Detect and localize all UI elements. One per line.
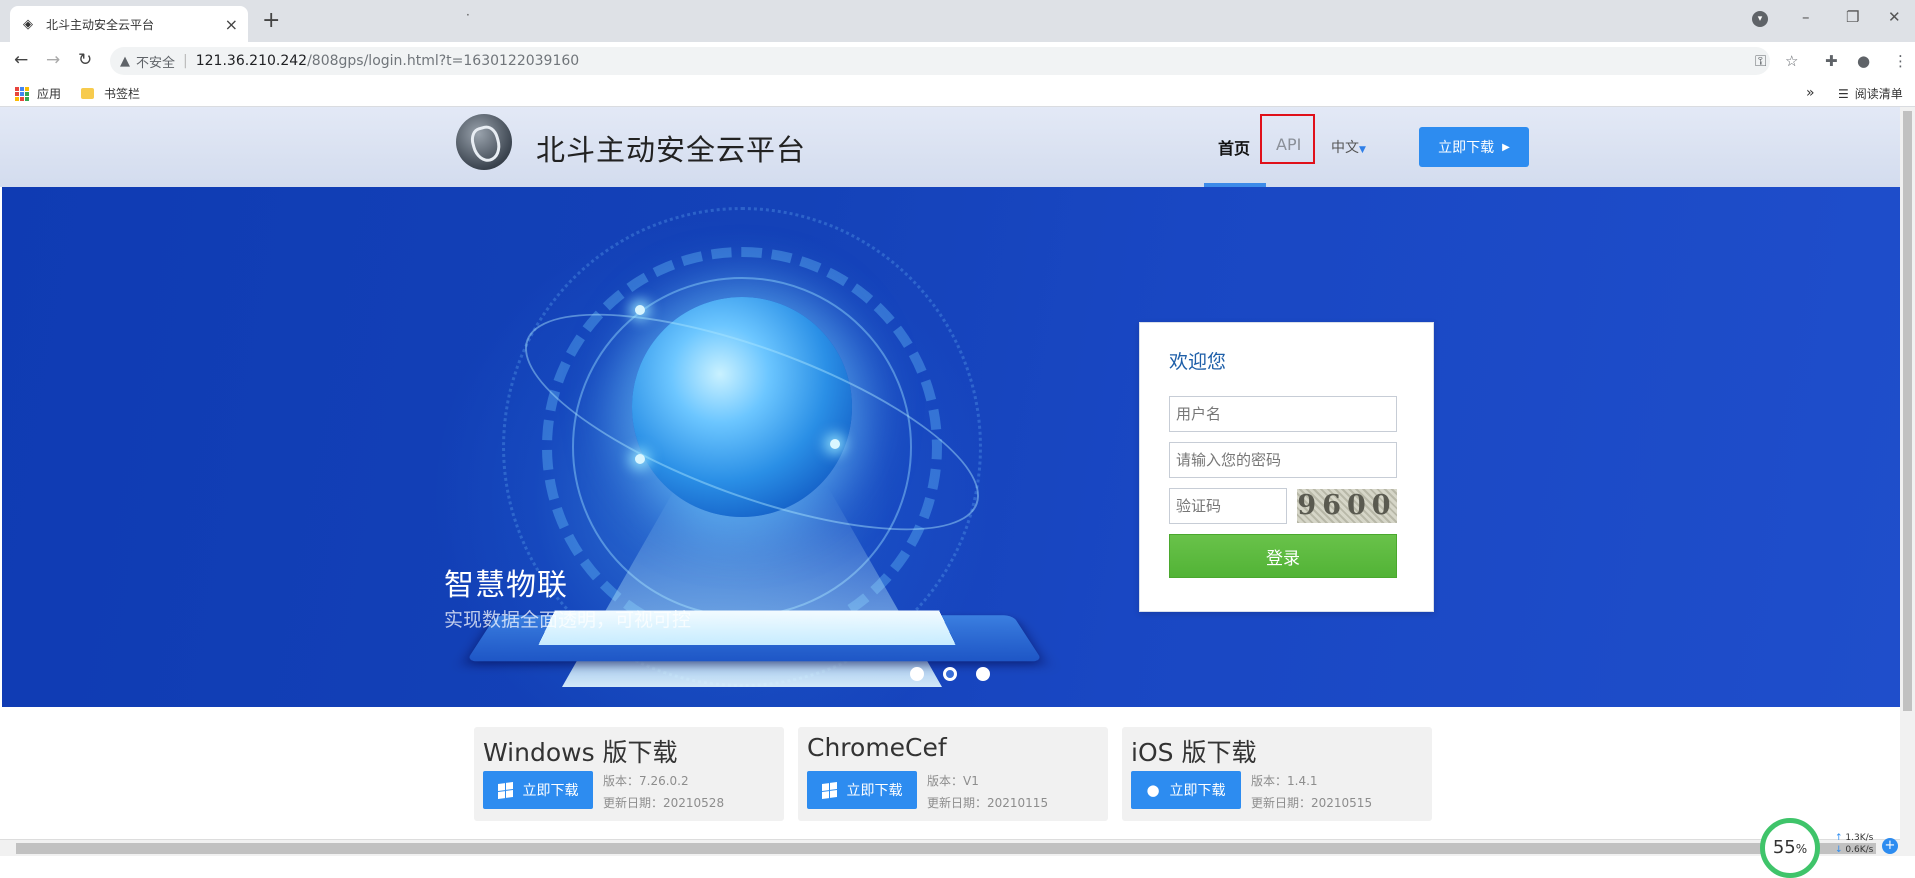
bookmarks-overflow-icon[interactable]: » xyxy=(1806,85,1815,101)
hero-spark xyxy=(830,439,840,449)
download-button-label: 立即下载 xyxy=(1169,783,1226,799)
apps-label: 应用 xyxy=(37,87,62,101)
warning-icon[interactable]: ▲ xyxy=(120,54,130,69)
cpu-percent: 55 xyxy=(1772,837,1796,858)
hero-title: 智慧物联 xyxy=(444,568,568,603)
vertical-scrollbar[interactable] xyxy=(1900,107,1915,856)
windows-icon xyxy=(497,781,513,799)
hero-subtitle: 实现数据全面透明，可视可控 xyxy=(444,609,692,631)
download-card-ios: iOS 版下载 ● 立即下载 版本：1.4.1 更新日期：20210515 xyxy=(1122,727,1432,821)
insecure-label[interactable]: 不安全 xyxy=(136,52,175,71)
download-arrow-icon: ↓ xyxy=(1835,845,1843,855)
menu-icon[interactable]: ⋮ xyxy=(1893,52,1908,70)
caret-down-icon: ▼ xyxy=(1359,145,1366,155)
header-download-button[interactable]: 立即下载 ▶ xyxy=(1419,127,1529,167)
reload-icon[interactable]: ↻ xyxy=(78,50,92,70)
logo-icon xyxy=(456,114,512,170)
url-host: 121.36.210.242 xyxy=(195,53,308,69)
back-icon[interactable]: ← xyxy=(14,50,28,70)
new-tab-button[interactable]: + xyxy=(262,10,280,32)
site-header: 北斗主动安全云平台 首页 API 中文▼ 立即下载 ▶ xyxy=(0,107,1900,187)
carousel-dot-1[interactable] xyxy=(910,667,924,681)
folder-icon xyxy=(81,88,94,99)
cpu-usage-widget[interactable]: 55% xyxy=(1760,818,1820,878)
carousel-dot-2[interactable] xyxy=(943,667,957,681)
nav-home[interactable]: 首页 xyxy=(1218,135,1250,159)
tab-title: 北斗主动安全云平台 xyxy=(46,17,155,32)
minimize-icon[interactable]: – xyxy=(1802,8,1810,26)
bookmark-apps[interactable]: 应用 xyxy=(15,85,61,102)
header-download-label: 立即下载 xyxy=(1438,140,1495,156)
extensions-icon[interactable]: ✚ xyxy=(1825,52,1838,70)
browser-tab-active[interactable]: ◈ 北斗主动安全云平台 × xyxy=(10,6,248,42)
tab-search-icon[interactable]: ▾ xyxy=(1752,11,1768,27)
download-card-windows: Windows 版下载 立即下载 版本：7.26.0.2 更新日期：202105… xyxy=(474,727,784,821)
title-dot: · xyxy=(466,8,470,22)
browser-tab-strip: ◈ 北斗主动安全云平台 × + · ▾ – ❐ ✕ xyxy=(0,0,1915,42)
site-title: 北斗主动安全云平台 xyxy=(536,133,807,167)
tab-close-icon[interactable]: × xyxy=(225,15,238,34)
hero-banner: 智慧物联 实现数据全面透明，可视可控 xyxy=(2,187,1900,707)
password-input[interactable] xyxy=(1169,442,1397,478)
download-version: 版本：V1 xyxy=(927,774,979,788)
username-input[interactable] xyxy=(1169,396,1397,432)
network-speed: ↑ 1.3K/s ↓ 0.6K/s xyxy=(1835,832,1873,856)
download-title: iOS 版下载 xyxy=(1131,738,1257,767)
language-selector[interactable]: 中文▼ xyxy=(1331,137,1366,157)
key-icon[interactable]: ⚿ xyxy=(1755,52,1766,70)
download-date: 更新日期：20210115 xyxy=(927,796,1049,810)
carousel-dots xyxy=(910,667,990,681)
download-card-chromecef: ChromeCef 立即下载 版本：V1 更新日期：20210115 xyxy=(798,727,1108,821)
captcha-input[interactable] xyxy=(1169,488,1287,524)
chevron-right-icon: ▶ xyxy=(1502,141,1510,153)
address-bar[interactable]: ▲ 不安全 | 121.36.210.242/808gps/login.html… xyxy=(110,47,1770,75)
browser-toolbar: ← → ↻ ▲ 不安全 | 121.36.210.242/808gps/logi… xyxy=(0,42,1915,80)
login-button[interactable]: 登录 xyxy=(1169,534,1397,578)
star-icon[interactable]: ☆ xyxy=(1785,52,1798,70)
percent-sign: % xyxy=(1795,842,1808,856)
login-panel: 欢迎您 9600 登录 xyxy=(1139,322,1434,612)
bookmark-folder[interactable]: 书签栏 xyxy=(81,85,140,102)
captcha-image[interactable]: 9600 xyxy=(1297,489,1397,523)
download-ios-button[interactable]: ● 立即下载 xyxy=(1131,771,1241,809)
download-title: Windows 版下载 xyxy=(483,738,678,767)
download-button-label: 立即下载 xyxy=(522,783,579,799)
plus-icon[interactable]: + xyxy=(1882,838,1898,854)
vertical-scroll-thumb[interactable] xyxy=(1903,111,1912,711)
reading-list[interactable]: ☰ 阅读清单 xyxy=(1838,85,1903,102)
reading-list-icon: ☰ xyxy=(1838,86,1849,101)
reading-list-label: 阅读清单 xyxy=(1854,87,1903,101)
upload-speed: 1.3K/s xyxy=(1845,833,1874,843)
hero-spark xyxy=(635,454,645,464)
windows-icon xyxy=(821,781,837,799)
download-title: ChromeCef xyxy=(807,733,947,762)
site-favicon-icon: ◈ xyxy=(23,16,33,32)
apps-grid-icon xyxy=(15,86,29,101)
address-separator: | xyxy=(183,53,188,69)
url-path: /808gps/login.html?t=1630122039160 xyxy=(307,53,580,69)
download-windows-button[interactable]: 立即下载 xyxy=(483,771,593,809)
carousel-dot-3[interactable] xyxy=(976,667,990,681)
nav-api[interactable]: API xyxy=(1276,135,1301,154)
apple-icon: ● xyxy=(1146,781,1160,799)
download-button-label: 立即下载 xyxy=(846,783,903,799)
download-version: 版本：1.4.1 xyxy=(1251,774,1318,788)
login-welcome: 欢迎您 xyxy=(1169,351,1227,373)
restore-icon[interactable]: ❐ xyxy=(1846,8,1859,26)
download-version: 版本：7.26.0.2 xyxy=(603,774,689,788)
forward-icon[interactable]: → xyxy=(46,50,60,70)
upload-arrow-icon: ↑ xyxy=(1835,833,1843,843)
download-date: 更新日期：20210528 xyxy=(603,796,725,810)
profile-icon[interactable]: ● xyxy=(1857,52,1870,70)
download-date: 更新日期：20210515 xyxy=(1251,796,1373,810)
language-label: 中文 xyxy=(1331,140,1359,156)
hero-spark xyxy=(635,305,645,315)
download-speed: 0.6K/s xyxy=(1845,845,1874,855)
close-window-icon[interactable]: ✕ xyxy=(1888,8,1901,26)
horizontal-scroll-thumb[interactable] xyxy=(16,843,1876,854)
folder-label: 书签栏 xyxy=(104,87,141,101)
download-chromecef-button[interactable]: 立即下载 xyxy=(807,771,917,809)
horizontal-scrollbar[interactable] xyxy=(0,839,1900,856)
bookmarks-bar: 应用 书签栏 » ☰ 阅读清单 xyxy=(0,80,1915,107)
